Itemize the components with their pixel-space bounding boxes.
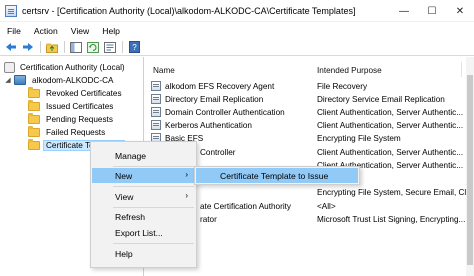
menu-bar: File Action View Help bbox=[0, 22, 474, 39]
template-name: ate Certification Authority bbox=[200, 201, 292, 211]
context-menu-export-list[interactable]: Export List... bbox=[92, 225, 195, 240]
submenu-arrow-icon: › bbox=[185, 191, 188, 200]
new-submenu: Certificate Template to Issue bbox=[194, 166, 360, 185]
menu-separator bbox=[113, 186, 194, 187]
tree-ca-label: alkodom-ALKODC-CA bbox=[32, 75, 114, 85]
certificate-template-icon bbox=[151, 81, 161, 91]
back-arrow-icon[interactable] bbox=[4, 41, 18, 54]
template-purpose: Client Authentication, Server Authentic.… bbox=[317, 107, 464, 117]
folder-icon bbox=[28, 99, 40, 111]
tree-item-label: Failed Requests bbox=[46, 127, 106, 137]
template-name: alkodom EFS Recovery Agent bbox=[165, 81, 275, 91]
certificate-template-icon bbox=[151, 94, 161, 104]
toolbar-separator bbox=[64, 41, 65, 53]
list-item[interactable]: alkodom EFS Recovery Agent File Recovery bbox=[147, 80, 474, 92]
show-hide-tree-icon[interactable] bbox=[69, 41, 83, 54]
tree-ca-node[interactable]: ◢ alkodom-ALKODC-CA bbox=[4, 74, 115, 87]
context-menu-help[interactable]: Help bbox=[92, 246, 195, 261]
context-menu-new-label: New bbox=[115, 170, 133, 181]
template-name: Domain Controller Authentication bbox=[165, 107, 285, 117]
tree-item-revoked-certificates[interactable]: Revoked Certificates bbox=[28, 86, 124, 100]
template-purpose: Client Authentication, Server Authentic.… bbox=[317, 147, 464, 157]
template-purpose: File Recovery bbox=[317, 81, 368, 91]
context-menu-view[interactable]: View › bbox=[92, 189, 195, 204]
title-bar: certsrv - [Certification Authority (Loca… bbox=[0, 0, 474, 22]
tree-item-failed-requests[interactable]: Failed Requests bbox=[28, 125, 107, 139]
column-divider bbox=[461, 62, 462, 77]
forward-arrow-icon[interactable] bbox=[21, 41, 35, 54]
tree-item-issued-certificates[interactable]: Issued Certificates bbox=[28, 99, 115, 113]
context-menu-refresh[interactable]: Refresh bbox=[92, 209, 195, 224]
menu-view[interactable]: View bbox=[64, 26, 95, 36]
tree-item-label: Pending Requests bbox=[46, 114, 113, 124]
scrollbar-thumb[interactable] bbox=[467, 75, 473, 265]
collapse-arrow-icon[interactable]: ◢ bbox=[4, 76, 12, 84]
menu-help[interactable]: Help bbox=[95, 26, 126, 36]
certificate-template-icon bbox=[151, 107, 161, 117]
certsrv-app-icon bbox=[5, 4, 17, 17]
window-controls: — ☐ ✕ bbox=[390, 0, 474, 22]
context-menu-view-label: View bbox=[115, 191, 134, 202]
certification-authority-icon bbox=[4, 61, 15, 73]
column-header-intended-purpose[interactable]: Intended Purpose bbox=[317, 63, 382, 77]
vertical-scrollbar[interactable] bbox=[466, 57, 474, 276]
template-purpose: Microsoft Trust List Signing, Encrypting… bbox=[317, 214, 466, 224]
submenu-certificate-template-to-issue[interactable]: Certificate Template to Issue bbox=[196, 168, 358, 183]
context-menu: Manage New › View › Refresh Export List.… bbox=[90, 141, 197, 268]
template-purpose: <All> bbox=[317, 201, 336, 211]
tree-root-node[interactable]: Certification Authority (Local) bbox=[4, 61, 127, 74]
column-header-name[interactable]: Name bbox=[153, 63, 175, 77]
template-name: Controller bbox=[200, 147, 236, 157]
template-purpose: Encrypting File System, Secure Email, Cl… bbox=[317, 187, 474, 197]
context-menu-new[interactable]: New › bbox=[92, 168, 195, 183]
submenu-arrow-icon: › bbox=[185, 170, 188, 179]
folder-icon bbox=[28, 86, 40, 98]
tree-item-label: Revoked Certificates bbox=[46, 88, 122, 98]
list-item[interactable]: Directory Email Replication Directory Se… bbox=[147, 93, 474, 105]
template-name: Kerberos Authentication bbox=[165, 120, 252, 130]
help-book-icon[interactable]: ? bbox=[127, 41, 141, 54]
template-purpose: Encrypting File System bbox=[317, 133, 401, 143]
folder-icon bbox=[28, 112, 40, 124]
menu-separator bbox=[113, 207, 194, 208]
close-button[interactable]: ✕ bbox=[446, 0, 474, 22]
menu-action[interactable]: Action bbox=[27, 26, 64, 36]
menu-separator bbox=[113, 243, 194, 244]
up-folder-icon[interactable] bbox=[45, 41, 59, 54]
tree-item-pending-requests[interactable]: Pending Requests bbox=[28, 112, 115, 126]
menu-file[interactable]: File bbox=[0, 26, 27, 36]
folder-icon bbox=[28, 125, 40, 137]
template-name: Directory Email Replication bbox=[165, 94, 264, 104]
tree-item-label: Issued Certificates bbox=[46, 101, 114, 111]
minimize-button[interactable]: — bbox=[390, 0, 418, 22]
template-purpose: Directory Service Email Replication bbox=[317, 94, 445, 104]
template-purpose: Client Authentication, Server Authentic.… bbox=[317, 120, 464, 130]
context-menu-manage[interactable]: Manage bbox=[92, 148, 195, 163]
certificate-template-icon bbox=[151, 120, 161, 130]
folder-icon bbox=[28, 138, 40, 150]
menu-separator bbox=[113, 166, 194, 167]
export-list-icon[interactable] bbox=[103, 41, 117, 54]
template-name: rator bbox=[200, 214, 217, 224]
toolbar-separator bbox=[40, 41, 41, 53]
refresh-icon[interactable] bbox=[86, 41, 100, 54]
tree-root-label: Certification Authority (Local) bbox=[20, 62, 125, 72]
svg-text:?: ? bbox=[132, 43, 137, 52]
maximize-button[interactable]: ☐ bbox=[418, 0, 446, 22]
list-item[interactable]: Kerberos Authentication Client Authentic… bbox=[147, 119, 474, 131]
list-item[interactable]: Domain Controller Authentication Client … bbox=[147, 106, 474, 118]
toolbar: ? bbox=[0, 39, 474, 56]
window-title: certsrv - [Certification Authority (Loca… bbox=[22, 5, 356, 16]
ca-server-icon bbox=[14, 75, 26, 86]
toolbar-separator bbox=[122, 41, 123, 53]
